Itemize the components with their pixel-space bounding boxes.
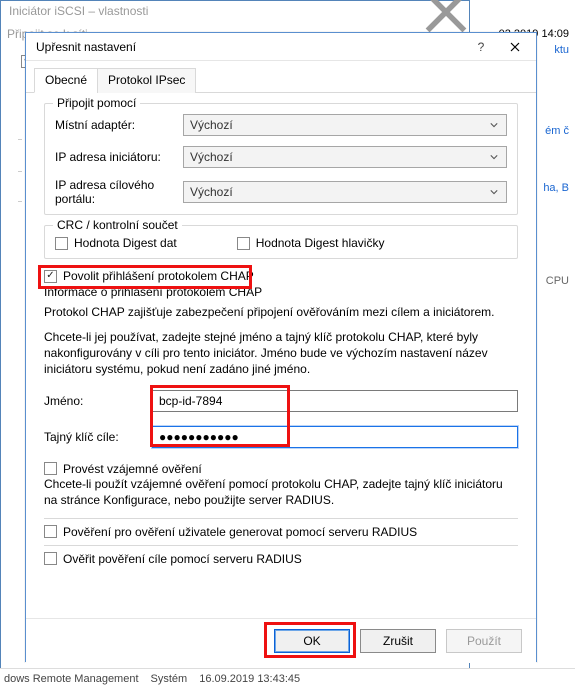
enable-chap-label: Povolit přihlášení protokolem CHAP	[63, 269, 254, 283]
checkbox-icon	[55, 237, 68, 250]
local-adapter-label: Místní adaptér:	[55, 118, 183, 132]
bg-frag-hab: ha, B	[543, 182, 569, 194]
target-ip-label: IP adresa cílového portálu:	[55, 178, 183, 206]
taskbar-account: Systém	[151, 673, 188, 685]
apply-button[interactable]: Použít	[446, 629, 522, 653]
mutual-auth-checkbox[interactable]: Provést vzájemné ověření	[44, 462, 518, 476]
help-icon[interactable]: ?	[464, 36, 498, 58]
separator	[44, 518, 518, 519]
bg-frag-emc: ém č	[545, 125, 569, 137]
advanced-settings-dialog: Upřesnit nastavení ? Obecné Protokol IPs…	[25, 32, 537, 662]
target-ip-combo[interactable]: Výchozí	[183, 181, 507, 203]
data-digest-checkbox[interactable]: Hodnota Digest dat	[55, 236, 177, 250]
chap-info-title: Informace o přihlášení protokolem CHAP	[44, 285, 518, 299]
radius-generate-checkbox[interactable]: Pověření pro ověření uživatele generovat…	[44, 525, 518, 539]
local-adapter-combo[interactable]: Výchozí	[183, 114, 507, 136]
background-window-title: Iniciátor iSCSI – vlastnosti	[9, 4, 148, 18]
checkbox-icon	[44, 270, 57, 283]
bg-frag-aktua: ktu	[554, 44, 569, 56]
checkbox-icon	[44, 552, 57, 565]
cancel-button[interactable]: Zrušit	[360, 629, 436, 653]
close-icon[interactable]	[423, 1, 469, 23]
chap-name-label: Jméno:	[44, 394, 152, 408]
target-ip-value: Výchozí	[190, 185, 233, 199]
taskbar: dows Remote Management Systém 16.09.2019…	[0, 668, 575, 688]
tabstrip: Obecné Protokol IPsec	[26, 61, 536, 93]
chap-secret-label: Tajný klíč cíle:	[44, 430, 152, 444]
crc-group-title: CRC / kontrolní součet	[53, 218, 182, 232]
button-bar: OK Zrušit Použít	[26, 618, 536, 663]
chap-description: Protokol CHAP zajišťuje zabezpečení přip…	[44, 305, 518, 319]
initiator-ip-combo[interactable]: Výchozí	[183, 146, 507, 168]
taskbar-service: dows Remote Management	[4, 673, 139, 685]
titlebar: Upřesnit nastavení ?	[26, 33, 536, 61]
bg-frag-cpu: CPU	[546, 275, 569, 287]
taskbar-time: 16.09.2019 13:43:45	[199, 673, 300, 685]
checkbox-icon	[237, 237, 250, 250]
tab-general[interactable]: Obecné	[34, 68, 98, 93]
initiator-ip-value: Výchozí	[190, 150, 233, 164]
chap-secret-input[interactable]	[152, 426, 518, 448]
mutual-auth-label: Provést vzájemné ověření	[63, 462, 202, 476]
dialog-title: Upřesnit nastavení	[36, 40, 464, 54]
ok-button[interactable]: OK	[274, 629, 350, 653]
close-icon[interactable]	[498, 36, 532, 58]
bg-frag	[18, 201, 22, 202]
chap-name-input[interactable]	[152, 390, 518, 412]
connect-using-group: Připojit pomocí Místní adaptér: Výchozí …	[44, 103, 518, 215]
data-digest-label: Hodnota Digest dat	[74, 236, 177, 250]
mutual-auth-note: Chcete-li použít vzájemné ověření pomocí…	[44, 476, 518, 508]
checkbox-icon	[44, 462, 57, 475]
separator	[44, 545, 518, 546]
radius-generate-label: Pověření pro ověření uživatele generovat…	[63, 525, 417, 539]
enable-chap-checkbox[interactable]: Povolit přihlášení protokolem CHAP	[44, 269, 518, 283]
radius-auth-checkbox[interactable]: Ověřit pověření cíle pomocí serveru RADI…	[44, 552, 518, 566]
bg-frag	[18, 139, 22, 140]
checkbox-icon	[44, 525, 57, 538]
chevron-down-icon	[486, 121, 502, 129]
chevron-down-icon	[486, 188, 502, 196]
local-adapter-value: Výchozí	[190, 118, 233, 132]
bg-frag	[18, 171, 22, 172]
header-digest-label: Hodnota Digest hlavičky	[256, 236, 385, 250]
tab-ipsec[interactable]: Protokol IPsec	[97, 68, 196, 93]
chevron-down-icon	[486, 153, 502, 161]
radius-auth-label: Ověřit pověření cíle pomocí serveru RADI…	[63, 552, 302, 566]
crc-group: CRC / kontrolní součet Hodnota Digest da…	[44, 225, 518, 259]
initiator-ip-label: IP adresa iniciátoru:	[55, 150, 183, 164]
connect-group-title: Připojit pomocí	[53, 96, 140, 110]
chap-note: Chcete-li jej používat, zadejte stejné j…	[44, 329, 518, 378]
header-digest-checkbox[interactable]: Hodnota Digest hlavičky	[237, 236, 385, 250]
